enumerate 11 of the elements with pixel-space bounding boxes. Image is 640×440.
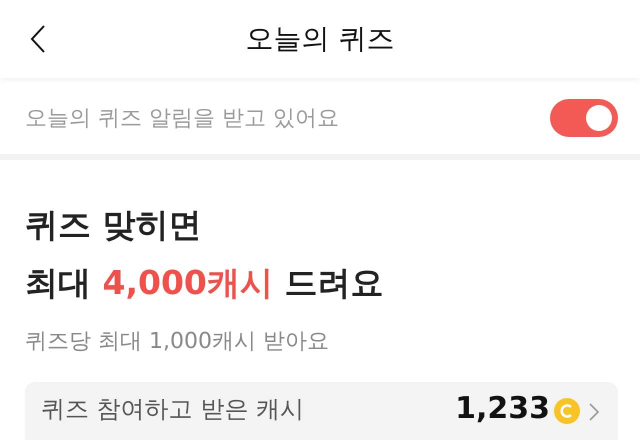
notification-toggle[interactable] (550, 99, 618, 137)
earned-cash-card[interactable]: 퀴즈 참여하고 받은 캐시 1,233 (25, 382, 618, 440)
subtitle: 퀴즈당 최대 1,000캐시 받아요 (25, 328, 330, 356)
card-label: 퀴즈 참여하고 받은 캐시 (41, 394, 305, 425)
page-title: 오늘의 퀴즈 (246, 21, 394, 57)
coin-icon (554, 398, 580, 424)
cash-amount: 1,233 (455, 392, 550, 426)
headline: 퀴즈 맞히면 (25, 204, 202, 246)
chevron-icon (588, 402, 600, 422)
notification-label: 오늘의 퀴즈 알림을 받고 있어요 (25, 105, 339, 133)
headline: 최대 4,000캐시 드려요 (25, 262, 384, 304)
